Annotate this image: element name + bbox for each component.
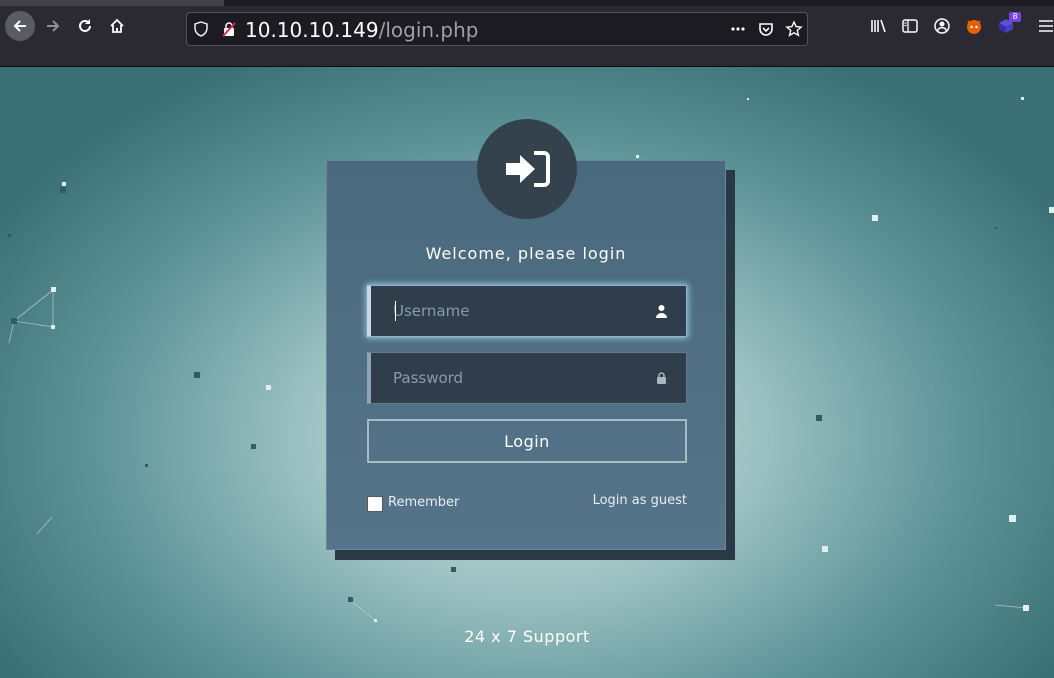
- checkbox-box[interactable]: [367, 496, 383, 512]
- more-icon[interactable]: [729, 20, 747, 38]
- url-bar[interactable]: 10.10.10.149/login.php: [186, 12, 808, 46]
- insecure-lock-icon[interactable]: [221, 21, 237, 37]
- extension-fox-icon[interactable]: [964, 16, 984, 36]
- forward-icon: [47, 20, 60, 32]
- reload-button[interactable]: [70, 11, 100, 41]
- support-text: 24 x 7 Support: [464, 627, 590, 646]
- password-input[interactable]: [393, 353, 643, 403]
- back-button[interactable]: [5, 11, 35, 41]
- bookmark-star-icon[interactable]: [785, 20, 803, 38]
- password-field[interactable]: [367, 352, 687, 404]
- reload-icon: [79, 19, 91, 32]
- username-field[interactable]: [367, 285, 687, 337]
- text-caret: [395, 301, 396, 321]
- username-input[interactable]: [393, 286, 643, 336]
- home-button[interactable]: [102, 11, 132, 41]
- home-icon: [110, 18, 124, 33]
- page-content: Welcome, please login Login Remember Log…: [0, 67, 1054, 678]
- account-icon[interactable]: [932, 16, 952, 36]
- remember-label: Remember: [388, 495, 460, 510]
- browser-toolbar: 10.10.10.149/login.php 8: [0, 6, 1054, 67]
- back-icon: [13, 20, 26, 32]
- url-text[interactable]: 10.10.10.149/login.php: [245, 19, 478, 41]
- remember-checkbox[interactable]: Remember: [367, 493, 459, 512]
- login-button[interactable]: Login: [367, 419, 687, 463]
- user-icon: [656, 305, 667, 318]
- lock-icon: [657, 372, 666, 384]
- library-icon[interactable]: [868, 16, 888, 36]
- url-path: /login.php: [378, 18, 479, 42]
- sign-in-icon: [506, 151, 550, 187]
- url-host: 10.10.10.149: [245, 18, 379, 42]
- login-as-guest-link[interactable]: Login as guest: [560, 493, 687, 508]
- pocket-icon[interactable]: [757, 20, 775, 38]
- login-avatar: [477, 119, 577, 219]
- menu-icon[interactable]: [1036, 16, 1054, 36]
- sidebar-icon[interactable]: [900, 16, 920, 36]
- forward-button[interactable]: [38, 11, 68, 41]
- welcome-heading: Welcome, please login: [425, 244, 627, 263]
- shield-icon[interactable]: [193, 21, 209, 37]
- extension-badge: 8: [1009, 12, 1021, 22]
